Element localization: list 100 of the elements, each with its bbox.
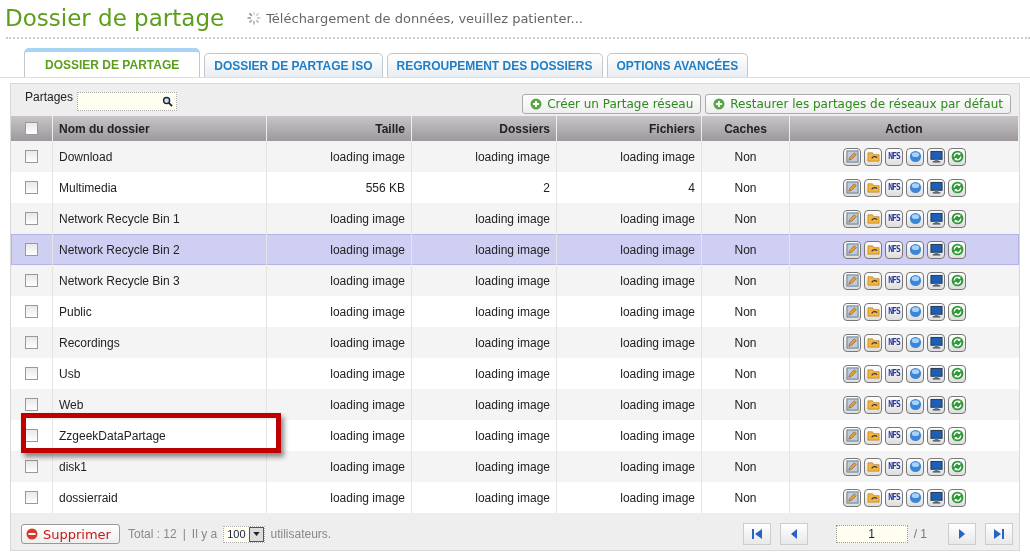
nfs-button[interactable]: NFS [885, 178, 903, 197]
refresh-button[interactable] [948, 209, 966, 228]
checkbox[interactable] [25, 305, 38, 318]
computer-button[interactable] [927, 395, 945, 414]
folder-button[interactable] [864, 178, 882, 197]
nfs-button[interactable]: NFS [885, 333, 903, 352]
network-button[interactable] [906, 147, 924, 166]
table-row[interactable]: disk1 loading image loading image loading image Non NFS [11, 451, 1019, 482]
checkbox[interactable] [25, 398, 38, 411]
search-field[interactable] [77, 92, 178, 111]
per-page-select[interactable]: 100 [223, 525, 265, 543]
network-button[interactable] [906, 457, 924, 476]
edit-button[interactable] [843, 302, 861, 321]
folder-button[interactable] [864, 426, 882, 445]
computer-button[interactable] [927, 240, 945, 259]
toolbar-button[interactable]: Créer un Partage réseau [522, 93, 702, 114]
edit-button[interactable] [843, 178, 861, 197]
network-button[interactable] [906, 271, 924, 290]
nfs-button[interactable]: NFS [885, 302, 903, 321]
folder-button[interactable] [864, 240, 882, 259]
next-page-button[interactable] [948, 523, 976, 545]
folder-button[interactable] [864, 488, 882, 507]
edit-button[interactable] [843, 147, 861, 166]
table-row[interactable]: Download loading image loading image loading image Non NFS [11, 141, 1019, 172]
edit-button[interactable] [843, 457, 861, 476]
refresh-button[interactable] [948, 147, 966, 166]
checkbox[interactable] [25, 460, 38, 473]
nfs-button[interactable]: NFS [885, 147, 903, 166]
checkbox[interactable] [25, 243, 38, 256]
computer-button[interactable] [927, 209, 945, 228]
edit-button[interactable] [843, 333, 861, 352]
refresh-button[interactable] [948, 395, 966, 414]
table-row[interactable]: Web loading image loading image loading image Non NFS [11, 389, 1019, 420]
nfs-button[interactable]: NFS [885, 488, 903, 507]
network-button[interactable] [906, 209, 924, 228]
computer-button[interactable] [927, 364, 945, 383]
folder-button[interactable] [864, 364, 882, 383]
previous-page-button[interactable] [779, 523, 808, 545]
checkbox[interactable] [25, 491, 38, 504]
network-button[interactable] [906, 178, 924, 197]
refresh-button[interactable] [948, 457, 966, 476]
computer-button[interactable] [927, 178, 945, 197]
refresh-button[interactable] [948, 488, 966, 507]
last-page-button[interactable] [985, 523, 1013, 545]
page-number-field[interactable]: 1 [835, 525, 908, 543]
checkbox[interactable] [25, 181, 38, 194]
edit-button[interactable] [843, 209, 861, 228]
checkbox[interactable] [25, 122, 38, 135]
checkbox[interactable] [25, 274, 38, 287]
folder-button[interactable] [864, 333, 882, 352]
nfs-button[interactable]: NFS [885, 209, 903, 228]
network-button[interactable] [906, 302, 924, 321]
folder-button[interactable] [864, 457, 882, 476]
folder-button[interactable] [864, 271, 882, 290]
checkbox[interactable] [25, 150, 38, 163]
computer-button[interactable] [927, 426, 945, 445]
edit-button[interactable] [843, 488, 861, 507]
folder-button[interactable] [864, 147, 882, 166]
network-button[interactable] [906, 395, 924, 414]
checkbox[interactable] [25, 336, 38, 349]
table-row[interactable]: Network Recycle Bin 1 loading image loading image loading image Non NFS [11, 203, 1019, 234]
nfs-button[interactable]: NFS [885, 457, 903, 476]
folder-button[interactable] [864, 302, 882, 321]
checkbox[interactable] [25, 367, 38, 380]
nfs-button[interactable]: NFS [885, 426, 903, 445]
nfs-button[interactable]: NFS [885, 364, 903, 383]
edit-button[interactable] [843, 395, 861, 414]
refresh-button[interactable] [948, 364, 966, 383]
refresh-button[interactable] [948, 302, 966, 321]
table-row[interactable]: Network Recycle Bin 2 loading image loading image loading image Non NFS [11, 234, 1019, 265]
delete-button[interactable]: Supprimer [21, 524, 120, 544]
tab[interactable]: REGROUPEMENT DES DOSSIERS [386, 53, 603, 77]
toolbar-button[interactable]: Restaurer les partages de réseaux par défaut [705, 93, 1011, 114]
nfs-button[interactable]: NFS [885, 271, 903, 290]
computer-button[interactable] [927, 333, 945, 352]
first-page-button[interactable] [742, 523, 771, 545]
network-button[interactable] [906, 333, 924, 352]
computer-button[interactable] [927, 457, 945, 476]
computer-button[interactable] [927, 302, 945, 321]
nfs-button[interactable]: NFS [885, 240, 903, 259]
tab[interactable]: OPTIONS AVANCÉES [606, 53, 749, 77]
folder-button[interactable] [864, 395, 882, 414]
network-button[interactable] [906, 488, 924, 507]
table-row[interactable]: Network Recycle Bin 3 loading image loading image loading image Non NFS [11, 265, 1019, 296]
table-row[interactable]: Recordings loading image loading image loading image Non NFS [11, 327, 1019, 358]
network-button[interactable] [906, 240, 924, 259]
network-button[interactable] [906, 426, 924, 445]
edit-button[interactable] [843, 426, 861, 445]
folder-button[interactable] [864, 209, 882, 228]
computer-button[interactable] [927, 488, 945, 507]
computer-button[interactable] [927, 271, 945, 290]
refresh-button[interactable] [948, 333, 966, 352]
refresh-button[interactable] [948, 240, 966, 259]
network-button[interactable] [906, 364, 924, 383]
nfs-button[interactable]: NFS [885, 395, 903, 414]
refresh-button[interactable] [948, 178, 966, 197]
checkbox[interactable] [25, 212, 38, 225]
refresh-button[interactable] [948, 271, 966, 290]
refresh-button[interactable] [948, 426, 966, 445]
computer-button[interactable] [927, 147, 945, 166]
